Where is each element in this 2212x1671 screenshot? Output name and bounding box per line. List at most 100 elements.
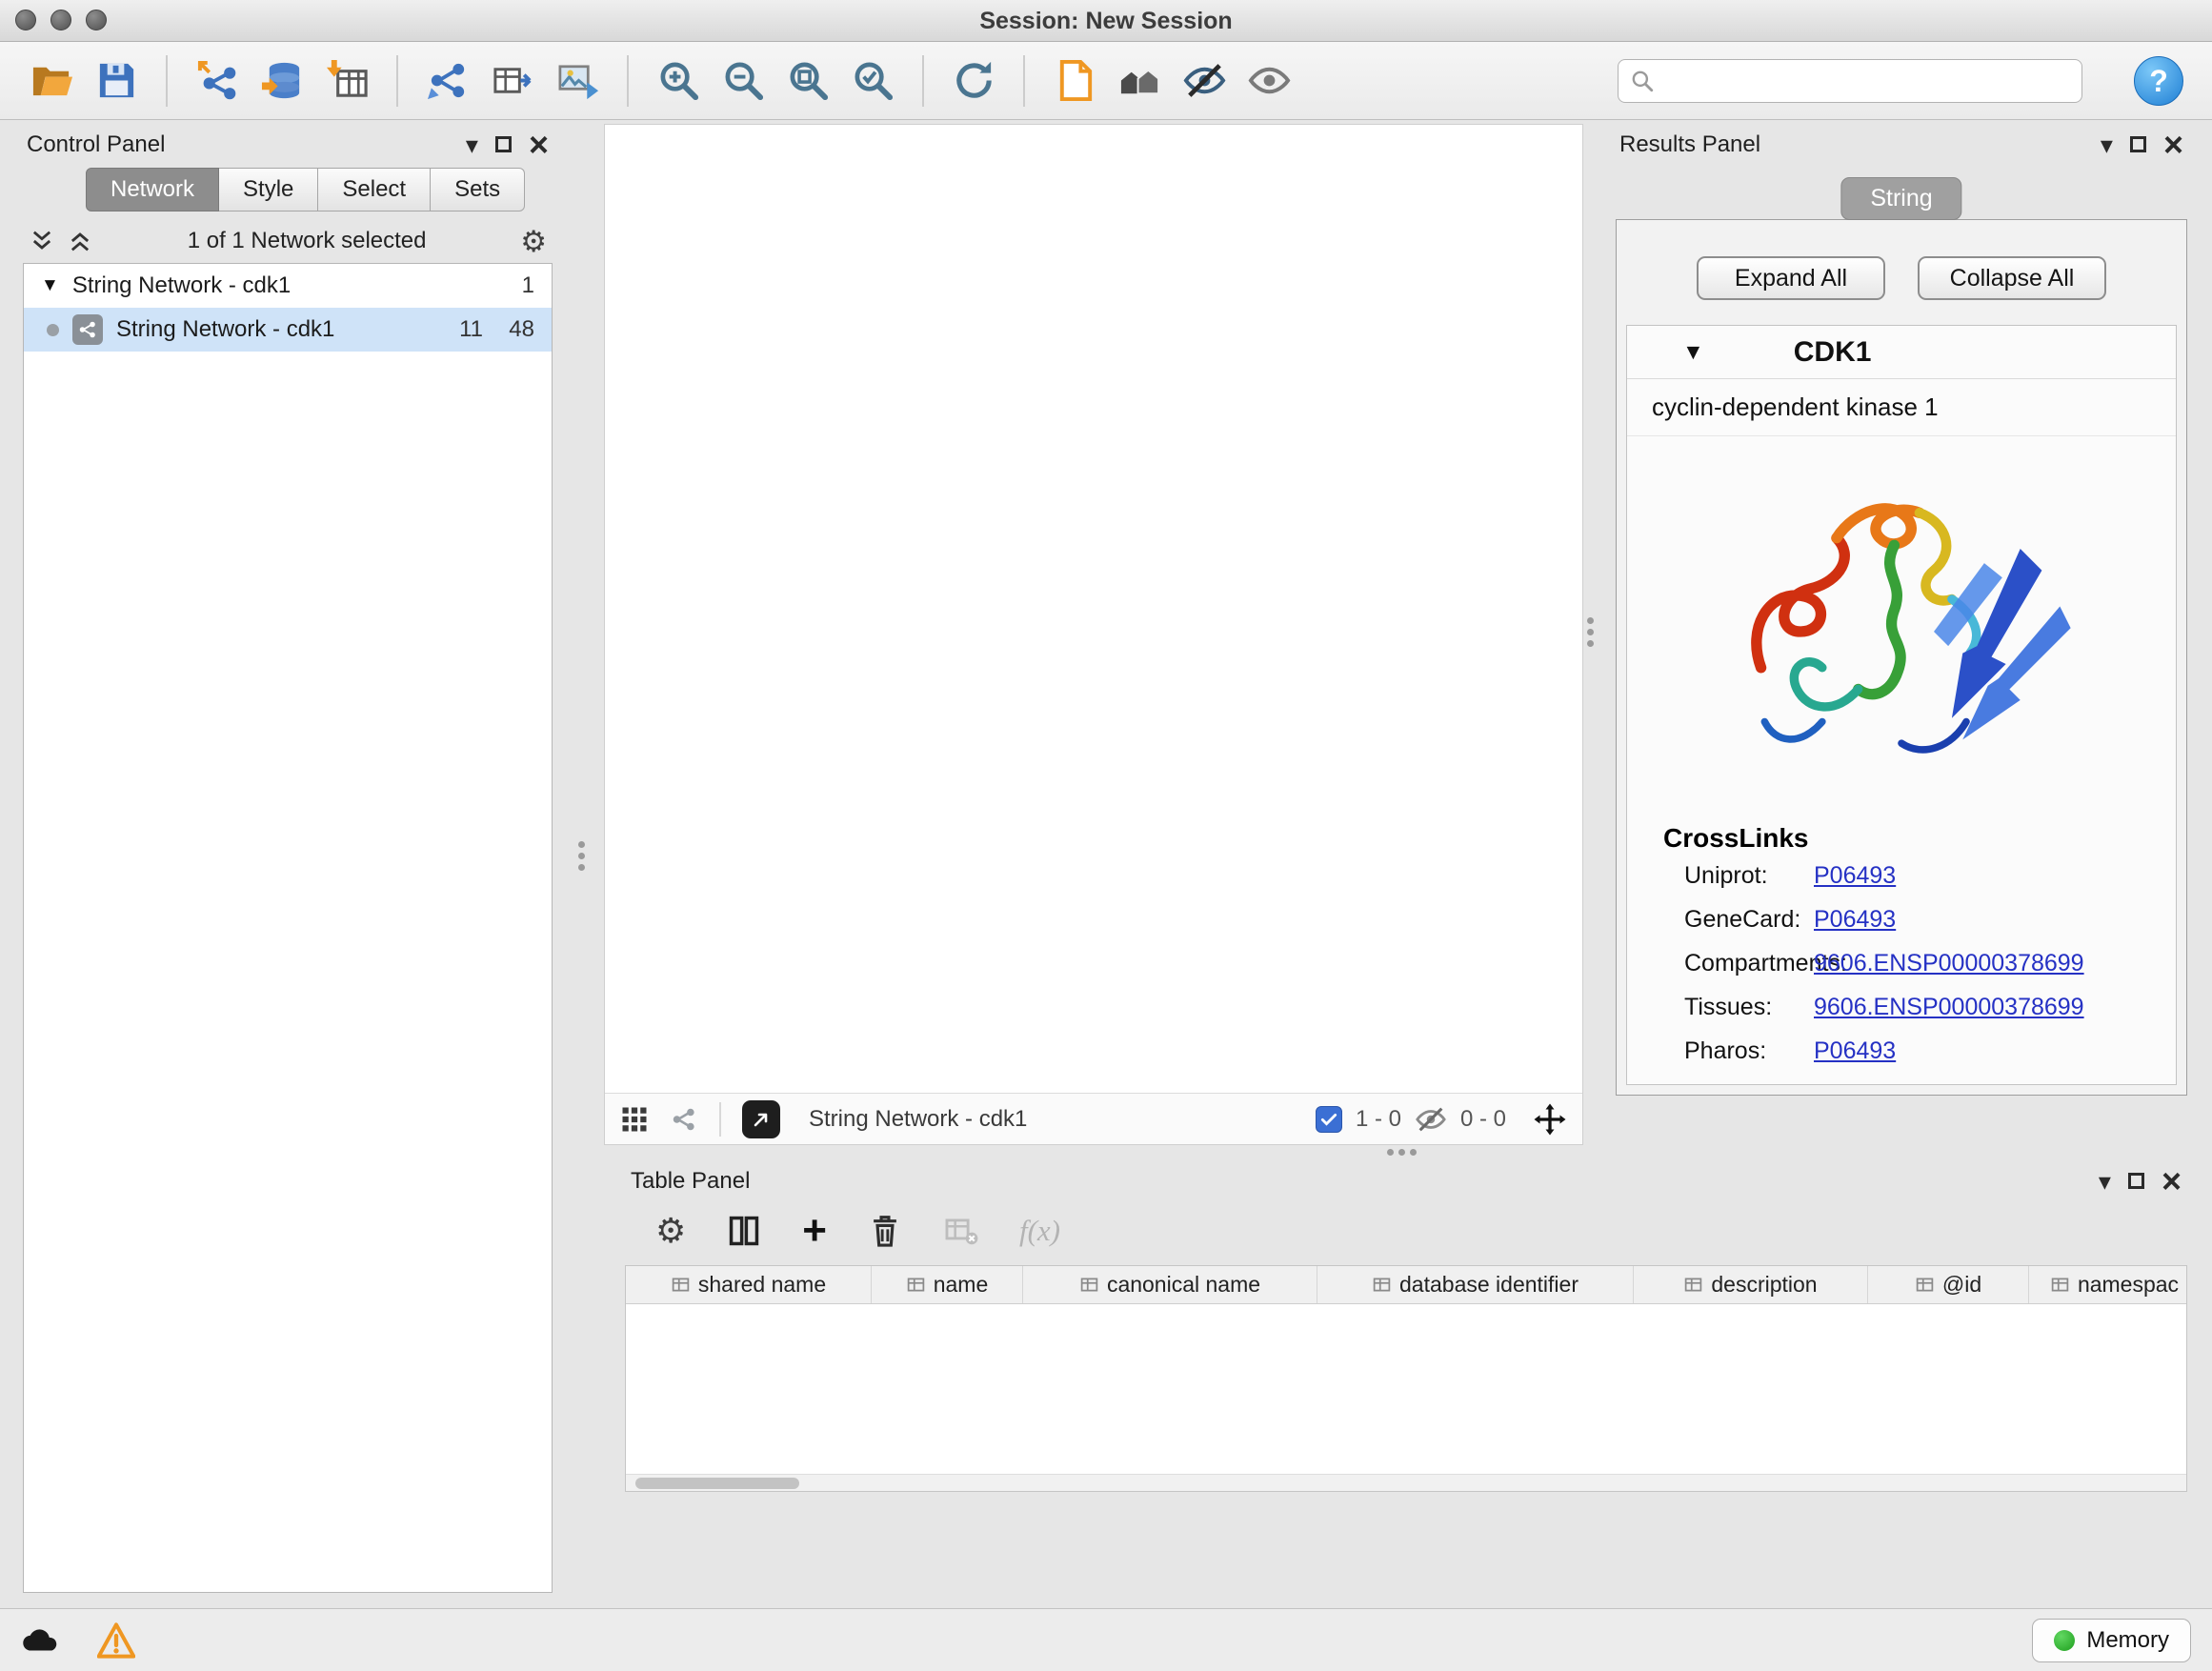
crosslink-label: Compartments: [1627, 950, 1814, 977]
protein-section-header[interactable]: ▼ CDK1 [1627, 326, 2176, 379]
crosslink-link[interactable]: 9606.ENSP00000378699 [1814, 950, 2084, 977]
tab-sets[interactable]: Sets [431, 168, 525, 211]
delete-column-trash-icon[interactable] [867, 1213, 903, 1249]
window-title: Session: New Session [0, 0, 2212, 42]
grid-view-icon[interactable] [620, 1105, 649, 1134]
panel-close-icon[interactable]: × [2163, 131, 2183, 159]
column-type-icon [671, 1275, 691, 1295]
panel-menu-icon[interactable]: ▾ [2101, 132, 2113, 157]
scrollbar-thumb[interactable] [635, 1478, 799, 1489]
panel-menu-icon[interactable]: ▾ [466, 132, 478, 157]
main-toolbar: ? [0, 42, 2212, 120]
collapse-all-icon[interactable] [29, 228, 55, 254]
add-column-button[interactable]: + [802, 1210, 827, 1252]
show-columns-icon[interactable] [726, 1213, 762, 1249]
gear-icon[interactable]: ⚙ [520, 227, 547, 256]
control-panel: Control Panel ▾ × NetworkStyleSelectSets… [11, 124, 564, 1602]
open-session-button[interactable] [23, 51, 80, 111]
column-header-label: @id [1942, 1272, 1981, 1298]
protein-section: ▼ CDK1 cyclin-dependent kinase 1 [1626, 325, 2177, 1085]
tab-string[interactable]: String [1840, 177, 1961, 220]
memory-status-dot-icon [2054, 1630, 2075, 1651]
panel-float-icon[interactable] [2130, 136, 2146, 152]
vertical-splitter-handle[interactable] [578, 841, 585, 871]
expand-all-icon[interactable] [67, 228, 93, 254]
zoom-selected-button[interactable] [844, 51, 901, 111]
column-type-icon [1372, 1275, 1392, 1295]
crosslinks-title: CrossLinks [1627, 823, 2176, 854]
table-horizontal-scrollbar[interactable] [626, 1474, 2186, 1491]
crosslink-link[interactable]: P06493 [1814, 1037, 1896, 1065]
help-button[interactable]: ? [2134, 56, 2183, 106]
table-arrow-icon [491, 58, 535, 103]
string-results-card: Expand All Collapse All ▼ CDK1 cyclin-de… [1616, 219, 2187, 1096]
column-header-label: database identifier [1399, 1272, 1579, 1298]
table-settings-gear-icon[interactable]: ⚙ [655, 1214, 686, 1248]
arrow-up-right-icon [750, 1108, 773, 1131]
refresh-view-button[interactable] [945, 51, 1002, 111]
table-body [626, 1304, 2186, 1474]
minimize-window-button[interactable] [50, 10, 71, 30]
tree-caret-icon[interactable]: ▼ [41, 275, 59, 296]
share-network-icon[interactable] [670, 1105, 698, 1134]
crosslink-link[interactable]: 9606.ENSP00000378699 [1814, 994, 2084, 1021]
home-button[interactable] [1111, 51, 1168, 111]
network-row-selected[interactable]: String Network - cdk1 11 48 [24, 308, 552, 352]
new-network-from-selection-button[interactable] [419, 51, 476, 111]
panel-menu-icon[interactable]: ▾ [2099, 1169, 2111, 1194]
import-table-file-button[interactable] [318, 51, 375, 111]
crosslink-link[interactable]: P06493 [1814, 906, 1896, 934]
column-header-namespac[interactable]: namespac [2029, 1266, 2187, 1303]
crosslinks-list: Uniprot:P06493GeneCard:P06493Compartment… [1627, 854, 2176, 1073]
tab-network[interactable]: Network [86, 168, 219, 211]
maximize-window-button[interactable] [86, 10, 107, 30]
toolbar-separator [1023, 55, 1025, 107]
column-header-canonical-name[interactable]: canonical name [1023, 1266, 1317, 1303]
table-panel-header: Table Panel ▾ × [615, 1160, 2197, 1202]
hidden-eye-slash-icon[interactable] [1415, 1103, 1447, 1136]
zoom-fit-button[interactable] [779, 51, 836, 111]
warning-icon[interactable] [97, 1622, 135, 1659]
tab-select[interactable]: Select [318, 168, 431, 211]
zoom-in-button[interactable] [650, 51, 707, 111]
crosslink-label: Pharos: [1627, 1037, 1814, 1065]
cloud-icon[interactable] [21, 1625, 61, 1656]
horizontal-splitter-handle[interactable] [1387, 1149, 1417, 1156]
close-window-button[interactable] [15, 10, 36, 30]
memory-button[interactable]: Memory [2032, 1619, 2191, 1662]
pan-move-icon[interactable] [1533, 1102, 1567, 1137]
save-session-button[interactable] [88, 51, 145, 111]
open-in-new-window-button[interactable] [742, 1100, 780, 1138]
tab-style[interactable]: Style [219, 168, 318, 211]
panel-float-icon[interactable] [495, 136, 512, 152]
crosslink-link[interactable]: P06493 [1814, 862, 1896, 890]
import-network-database-button[interactable] [253, 51, 311, 111]
vertical-splitter-handle[interactable] [1587, 617, 1594, 647]
column-header-name[interactable]: name [872, 1266, 1023, 1303]
column-header-database-identifier[interactable]: database identifier [1317, 1266, 1634, 1303]
expand-all-button[interactable]: Expand All [1697, 256, 1885, 300]
network-collection-row[interactable]: ▼ String Network - cdk1 1 [24, 264, 552, 308]
network-collection-label: String Network - cdk1 [72, 272, 483, 299]
toggle-labels-button[interactable] [1240, 51, 1297, 111]
network-view[interactable]: String Network - cdk1 1 - 0 0 - 0 [604, 124, 1583, 1145]
panel-close-icon[interactable]: × [2162, 1168, 2182, 1196]
section-caret-icon[interactable]: ▼ [1682, 339, 1704, 365]
import-network-file-button[interactable] [189, 51, 246, 111]
search-box[interactable] [1618, 59, 2082, 103]
collapse-all-button[interactable]: Collapse All [1918, 256, 2106, 300]
panel-close-icon[interactable]: × [529, 131, 549, 159]
export-image-button[interactable] [549, 51, 606, 111]
results-panel-title: Results Panel [1619, 131, 2091, 158]
main-area: Control Panel ▾ × NetworkStyleSelectSets… [0, 120, 2212, 1608]
toggle-glass-effect-button[interactable] [1176, 51, 1233, 111]
selected-checkbox[interactable] [1316, 1106, 1342, 1133]
panel-float-icon[interactable] [2128, 1173, 2144, 1189]
column-header-description[interactable]: description [1634, 1266, 1868, 1303]
column-header--id[interactable]: @id [1868, 1266, 2029, 1303]
column-header-shared-name[interactable]: shared name [626, 1266, 872, 1303]
search-input[interactable] [1664, 68, 2070, 94]
zoom-out-button[interactable] [714, 51, 772, 111]
copy-document-button[interactable] [1046, 51, 1103, 111]
export-table-button[interactable] [484, 51, 541, 111]
